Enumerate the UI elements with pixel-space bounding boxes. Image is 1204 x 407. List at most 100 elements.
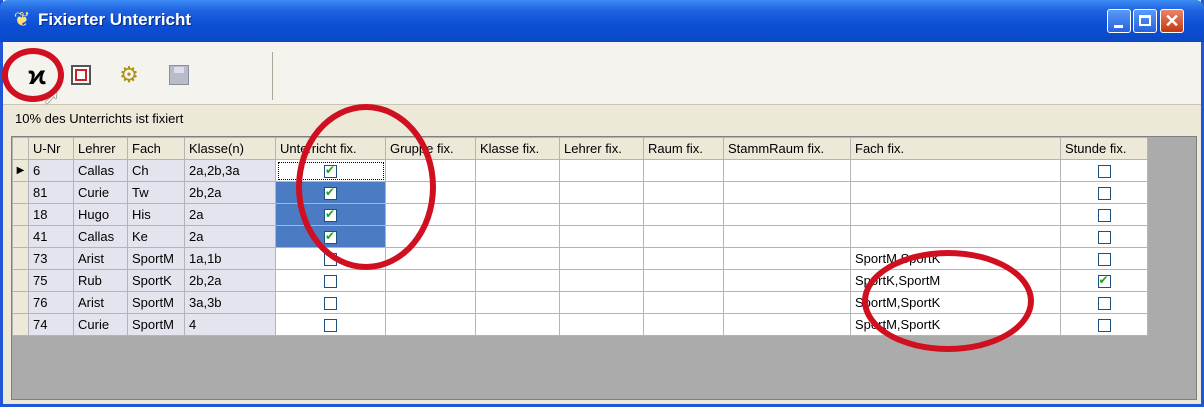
table-row[interactable]: 73 Arist SportM 1a,1b SportM,SportK <box>12 247 1148 270</box>
fach-fix-cell[interactable] <box>850 203 1061 226</box>
unterricht-fix-checkbox[interactable] <box>324 163 337 179</box>
fach-cell[interactable]: SportM <box>127 247 185 270</box>
unterricht-fix-cell[interactable] <box>275 291 386 314</box>
stunde-fix-cell[interactable] <box>1060 291 1148 314</box>
row-selector[interactable] <box>12 203 29 226</box>
stunde-fix-checkbox[interactable] <box>1097 297 1111 311</box>
gruppe-fix-cell[interactable] <box>385 269 476 292</box>
row-selector[interactable]: ▶ <box>12 159 29 182</box>
fach-cell[interactable]: Ke <box>127 225 185 248</box>
fach-fix-cell[interactable] <box>850 225 1061 248</box>
stammraum-fix-cell[interactable] <box>723 291 851 314</box>
stunde-fix-cell[interactable] <box>1060 203 1148 226</box>
row-selector[interactable] <box>12 313 29 336</box>
stunde-fix-cell[interactable] <box>1060 159 1148 182</box>
save-button[interactable] <box>163 60 195 90</box>
column-header[interactable]: Raum fix. <box>643 137 724 160</box>
stammraum-fix-cell[interactable] <box>723 159 851 182</box>
gruppe-fix-cell[interactable] <box>385 181 476 204</box>
column-header[interactable]: U-Nr <box>28 137 74 160</box>
fach-fix-cell[interactable]: SportM,SportK <box>850 247 1061 270</box>
lehrer-cell[interactable]: Arist <box>73 247 128 270</box>
fach-fix-cell[interactable] <box>850 159 1061 182</box>
stunde-fix-cell[interactable] <box>1060 313 1148 336</box>
lehrer-cell[interactable]: Callas <box>73 159 128 182</box>
klasse-fix-cell[interactable] <box>475 247 560 270</box>
lehrer-cell[interactable]: Rub <box>73 269 128 292</box>
column-header[interactable]: StammRaum fix. <box>723 137 851 160</box>
column-header[interactable]: Stunde fix. <box>1060 137 1148 160</box>
stammraum-fix-cell[interactable] <box>723 247 851 270</box>
stunde-fix-checkbox[interactable] <box>1097 231 1111 245</box>
klassen-cell[interactable]: 2a <box>184 203 276 226</box>
column-header[interactable]: Gruppe fix. <box>385 137 476 160</box>
raum-fix-cell[interactable] <box>643 313 724 336</box>
stammraum-fix-cell[interactable] <box>723 269 851 292</box>
table-row[interactable]: 76 Arist SportM 3a,3b SportM,SportK <box>12 291 1148 314</box>
maximize-button[interactable] <box>1133 9 1157 33</box>
klassen-cell[interactable]: 2b,2a <box>184 269 276 292</box>
column-header[interactable]: Klasse fix. <box>475 137 560 160</box>
stunde-fix-cell[interactable] <box>1060 247 1148 270</box>
stammraum-fix-cell[interactable] <box>723 313 851 336</box>
row-selector[interactable] <box>12 291 29 314</box>
unterricht-fix-cell[interactable] <box>275 181 386 204</box>
unterricht-fix-checkbox[interactable] <box>324 275 337 289</box>
stammraum-fix-cell[interactable] <box>723 181 851 204</box>
settings-button[interactable]: ⚙ <box>113 60 145 90</box>
lehrer-fix-cell[interactable] <box>559 203 644 226</box>
close-button[interactable]: ✕ <box>1160 9 1184 33</box>
klasse-fix-cell[interactable] <box>475 225 560 248</box>
table-row[interactable]: 18 Hugo His 2a <box>12 203 1148 226</box>
fach-fix-cell[interactable]: SportM,SportK <box>850 291 1061 314</box>
klasse-fix-cell[interactable] <box>475 159 560 182</box>
lehrer-fix-cell[interactable] <box>559 291 644 314</box>
row-selector[interactable] <box>12 225 29 248</box>
unterricht-fix-cell[interactable] <box>275 159 386 182</box>
lehrer-fix-cell[interactable] <box>559 225 644 248</box>
raum-fix-cell[interactable] <box>643 159 724 182</box>
unterricht-fix-cell[interactable] <box>275 269 386 292</box>
stunde-fix-checkbox[interactable] <box>1097 209 1111 223</box>
klasse-fix-cell[interactable] <box>475 269 560 292</box>
gruppe-fix-cell[interactable] <box>385 291 476 314</box>
minimize-button[interactable] <box>1107 9 1131 33</box>
column-header[interactable]: Lehrer <box>73 137 128 160</box>
lehrer-cell[interactable]: Curie <box>73 181 128 204</box>
column-header[interactable]: Fach fix. <box>850 137 1061 160</box>
lehrer-fix-cell[interactable] <box>559 269 644 292</box>
unterricht-fix-checkbox[interactable] <box>324 319 337 333</box>
raum-fix-cell[interactable] <box>643 269 724 292</box>
fach-cell[interactable]: SportM <box>127 291 185 314</box>
lehrer-cell[interactable]: Hugo <box>73 203 128 226</box>
klassen-cell[interactable]: 2a,2b,3a <box>184 159 276 182</box>
unterricht-fix-checkbox[interactable] <box>324 297 337 311</box>
table-row[interactable]: ▶ 6 Callas Ch 2a,2b,3a <box>12 159 1148 182</box>
stammraum-fix-cell[interactable] <box>723 225 851 248</box>
table-row[interactable]: 75 Rub SportK 2b,2a SportK,SportM <box>12 269 1148 292</box>
klassen-cell[interactable]: 4 <box>184 313 276 336</box>
klasse-fix-cell[interactable] <box>475 181 560 204</box>
fach-cell[interactable]: Ch <box>127 159 185 182</box>
fach-fix-cell[interactable]: SportM,SportK <box>850 313 1061 336</box>
gruppe-fix-cell[interactable] <box>385 247 476 270</box>
row-selector[interactable] <box>12 181 29 204</box>
lehrer-fix-cell[interactable] <box>559 313 644 336</box>
column-header[interactable]: Fach <box>127 137 185 160</box>
stunde-fix-checkbox[interactable] <box>1097 253 1111 267</box>
klassen-cell[interactable]: 1a,1b <box>184 247 276 270</box>
unr-cell[interactable]: 41 <box>28 225 74 248</box>
stammraum-fix-cell[interactable] <box>723 203 851 226</box>
fach-cell[interactable]: SportM <box>127 313 185 336</box>
column-header[interactable]: Unterricht fix. <box>275 137 386 160</box>
table-row[interactable]: 41 Callas Ke 2a <box>12 225 1148 248</box>
lehrer-cell[interactable]: Callas <box>73 225 128 248</box>
unr-cell[interactable]: 18 <box>28 203 74 226</box>
gruppe-fix-cell[interactable] <box>385 203 476 226</box>
klasse-fix-cell[interactable] <box>475 203 560 226</box>
lehrer-fix-cell[interactable] <box>559 247 644 270</box>
stunde-fix-cell[interactable] <box>1060 269 1148 292</box>
unterricht-fix-cell[interactable] <box>275 247 386 270</box>
raum-fix-cell[interactable] <box>643 225 724 248</box>
unterricht-fix-checkbox[interactable] <box>324 207 337 223</box>
